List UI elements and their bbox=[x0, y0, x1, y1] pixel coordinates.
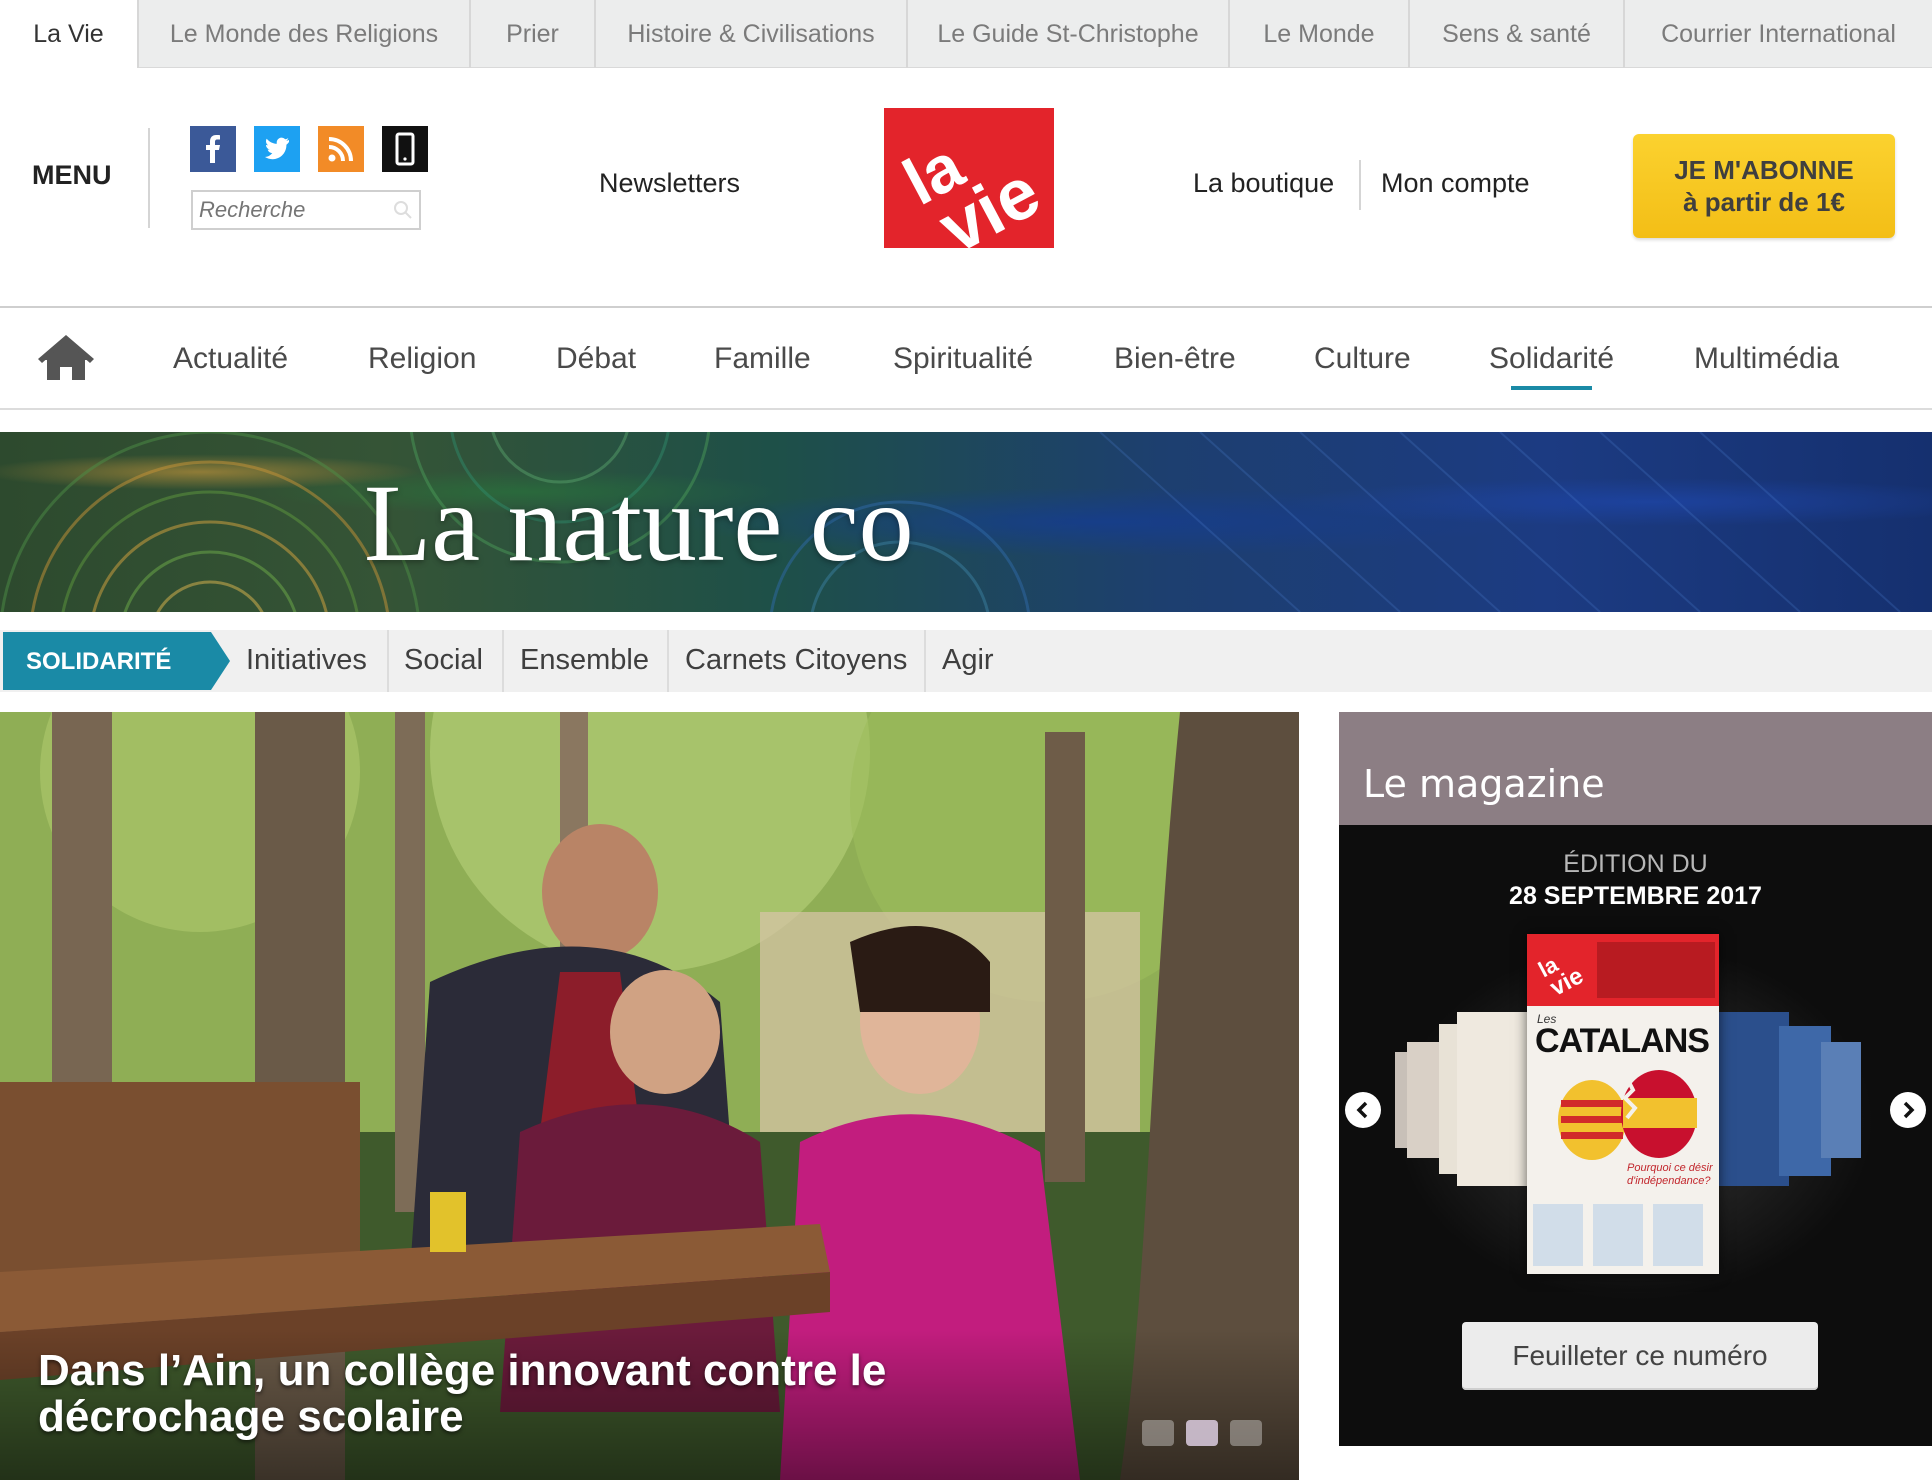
main-navigation: Actualité Religion Débat Famille Spiritu… bbox=[0, 308, 1932, 410]
nav-multimedia[interactable]: Multimédia bbox=[1694, 342, 1839, 376]
nav-solidarite[interactable]: Solidarité bbox=[1489, 342, 1614, 390]
cover-subline: Pourquoi ce désir d'indépendance? bbox=[1627, 1162, 1713, 1187]
current-issue-cover[interactable]: la vie Les CATALANS Pourquoi ce désir d'i… bbox=[1527, 934, 1719, 1274]
carousel-prev-arrow[interactable] bbox=[1345, 1092, 1381, 1128]
edition-date: 28 SEPTEMBRE 2017 bbox=[1509, 882, 1762, 910]
magazine-header: Le magazine bbox=[1339, 712, 1932, 825]
network-link-histoire[interactable]: Histoire & Civilisations bbox=[596, 0, 908, 68]
divider bbox=[502, 630, 504, 692]
subnav-agir[interactable]: Agir bbox=[942, 644, 994, 677]
section-subnav: SOLIDARITÉ Initiatives Social Ensemble C… bbox=[0, 630, 1932, 692]
section-tag-label: SOLIDARITÉ bbox=[26, 648, 172, 675]
home-icon[interactable] bbox=[38, 334, 94, 387]
mobile-icon[interactable] bbox=[382, 126, 428, 172]
nav-actualite[interactable]: Actualité bbox=[173, 342, 288, 376]
subnav-ensemble[interactable]: Ensemble bbox=[520, 644, 649, 677]
menu-button[interactable]: MENU bbox=[32, 160, 112, 191]
cover-strap bbox=[1597, 942, 1715, 998]
cover-thumb[interactable] bbox=[1821, 1042, 1861, 1158]
nav-famille[interactable]: Famille bbox=[714, 342, 811, 376]
cover-egg-illustration bbox=[1558, 1070, 1697, 1160]
boutique-link[interactable]: La boutique bbox=[1193, 168, 1334, 199]
cover-thumb[interactable] bbox=[1457, 1012, 1527, 1186]
search-icon[interactable] bbox=[393, 200, 413, 225]
browse-issue-button[interactable]: Feuilleter ce numéro bbox=[1462, 1322, 1818, 1390]
banner-title: La nature co bbox=[364, 462, 914, 584]
network-bar: La Vie Le Monde des Religions Prier Hist… bbox=[0, 0, 1932, 68]
cover-footer bbox=[1533, 1204, 1713, 1266]
nav-religion[interactable]: Religion bbox=[368, 342, 476, 376]
subnav-social[interactable]: Social bbox=[404, 644, 483, 677]
subscribe-button[interactable]: JE M'ABONNE à partir de 1€ bbox=[1633, 134, 1895, 238]
magazine-header-title: Le magazine bbox=[1363, 762, 1605, 806]
slider-dot-2[interactable] bbox=[1186, 1420, 1218, 1446]
cover-logo: la vie bbox=[1531, 940, 1593, 1002]
slider-dots bbox=[1142, 1420, 1262, 1446]
nav-debat[interactable]: Débat bbox=[556, 342, 636, 376]
hero-title[interactable]: Dans l’Ain, un collège innovant contre l… bbox=[38, 1348, 1038, 1440]
subnav-carnets-citoyens[interactable]: Carnets Citoyens bbox=[685, 644, 907, 677]
network-link-courrier[interactable]: Courrier International bbox=[1625, 0, 1932, 68]
subnav-initiatives[interactable]: Initiatives bbox=[246, 644, 367, 677]
newsletters-link[interactable]: Newsletters bbox=[599, 168, 740, 199]
divider bbox=[924, 630, 926, 692]
network-link-le-monde[interactable]: Le Monde bbox=[1230, 0, 1410, 68]
social-links bbox=[190, 126, 428, 172]
nav-bien-etre[interactable]: Bien-être bbox=[1114, 342, 1236, 376]
cover-headline: CATALANS bbox=[1535, 1022, 1710, 1060]
carousel-next-arrow[interactable] bbox=[1890, 1092, 1926, 1128]
divider bbox=[667, 630, 669, 692]
account-link[interactable]: Mon compte bbox=[1381, 168, 1530, 199]
network-link-prier[interactable]: Prier bbox=[471, 0, 596, 68]
cover-masthead: la vie bbox=[1527, 934, 1719, 1006]
nav-culture[interactable]: Culture bbox=[1314, 342, 1411, 376]
divider bbox=[1359, 160, 1361, 210]
rss-icon[interactable] bbox=[318, 126, 364, 172]
network-link-monde-religions[interactable]: Le Monde des Religions bbox=[139, 0, 471, 68]
section-banner: La nature co bbox=[0, 432, 1932, 612]
peacock-feather-pattern bbox=[0, 432, 1901, 612]
network-link-sens-sante[interactable]: Sens & santé bbox=[1410, 0, 1625, 68]
edition-label: ÉDITION DU bbox=[1563, 850, 1708, 878]
site-header: MENU Newsletters la vie La boutique bbox=[0, 68, 1932, 308]
divider bbox=[148, 128, 150, 228]
twitter-icon[interactable] bbox=[254, 126, 300, 172]
search-box[interactable] bbox=[191, 190, 421, 230]
nav-spiritualite[interactable]: Spiritualité bbox=[893, 342, 1033, 376]
slider-dot-3[interactable] bbox=[1230, 1420, 1262, 1446]
search-input[interactable] bbox=[193, 192, 383, 228]
section-tag[interactable]: SOLIDARITÉ bbox=[3, 632, 230, 690]
la-vie-logo[interactable]: la vie bbox=[884, 108, 1054, 248]
divider bbox=[387, 630, 389, 692]
network-link-la-vie[interactable]: La Vie bbox=[0, 0, 139, 68]
subscribe-label: JE M'ABONNE bbox=[1674, 155, 1854, 185]
network-link-guide[interactable]: Le Guide St-Christophe bbox=[908, 0, 1230, 68]
magazine-widget: Le magazine ÉDITION DU 28 SEPTEMBRE 2017… bbox=[1339, 712, 1932, 1446]
subscribe-price: à partir de 1€ bbox=[1683, 187, 1845, 217]
slider-dot-1[interactable] bbox=[1142, 1420, 1174, 1446]
facebook-icon[interactable] bbox=[190, 126, 236, 172]
